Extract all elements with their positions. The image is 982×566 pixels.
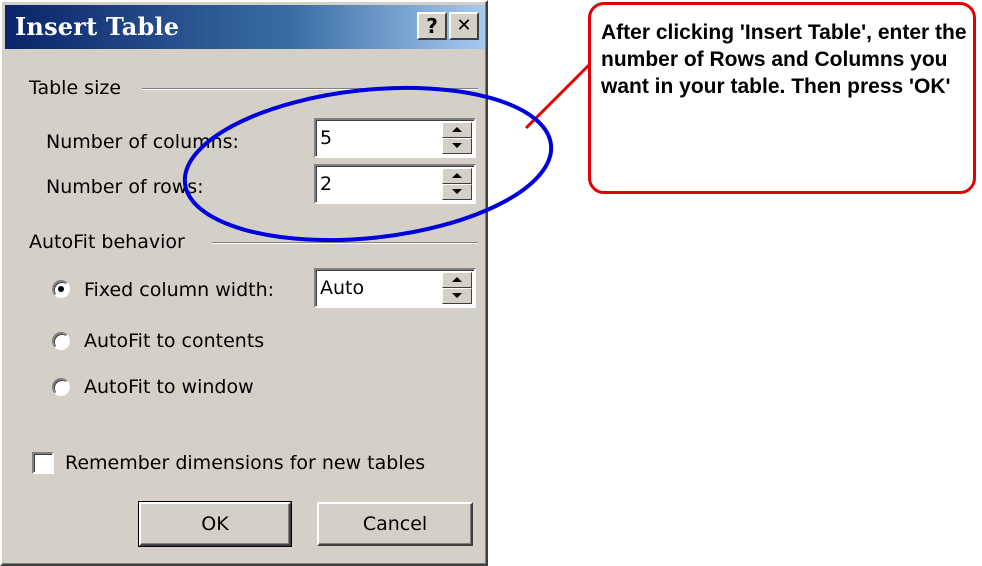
arrow-down-icon [452, 293, 462, 298]
arrow-up-icon [452, 173, 462, 178]
width-decrement-button[interactable] [442, 288, 472, 304]
help-button[interactable]: ? [417, 12, 447, 40]
fixed-width-radio[interactable] [52, 280, 70, 298]
insert-table-dialog: Insert Table ? ✕ Table size Number of co… [0, 0, 488, 566]
close-button[interactable]: ✕ [449, 12, 479, 40]
autofit-group-label: AutoFit behavior [29, 231, 185, 253]
autofit-window-label[interactable]: AutoFit to window [84, 375, 254, 399]
columns-spinner[interactable]: 5 [314, 118, 476, 158]
rows-value[interactable]: 2 [320, 172, 332, 196]
width-increment-button[interactable] [442, 272, 472, 288]
table-size-group-label: Table size [29, 77, 122, 99]
remember-dimensions-checkbox[interactable] [32, 452, 54, 474]
annotation-callout: After clicking 'Insert Table', enter the… [588, 2, 976, 194]
fixed-width-value[interactable]: Auto [320, 276, 364, 300]
rows-label: Number of rows: [46, 176, 204, 198]
title-bar[interactable]: Insert Table ? ✕ [5, 5, 485, 49]
dialog-title: Insert Table [15, 12, 180, 41]
callout-pointer-line [524, 62, 592, 130]
arrow-up-icon [452, 277, 462, 282]
arrow-up-icon [452, 127, 462, 132]
rows-increment-button[interactable] [442, 168, 472, 184]
rows-spinner[interactable]: 2 [314, 164, 476, 204]
table-size-divider [142, 88, 478, 90]
fixed-width-spinner[interactable]: Auto [314, 268, 476, 308]
autofit-divider [212, 242, 478, 244]
rows-decrement-button[interactable] [442, 184, 472, 200]
columns-increment-button[interactable] [442, 122, 472, 138]
radio-selected-dot [58, 286, 64, 292]
arrow-down-icon [452, 143, 462, 148]
remember-dimensions-label[interactable]: Remember dimensions for new tables [65, 451, 425, 475]
autofit-contents-label[interactable]: AutoFit to contents [84, 329, 264, 353]
arrow-down-icon [452, 189, 462, 194]
autofit-window-radio[interactable] [52, 378, 70, 396]
cancel-button[interactable]: Cancel [317, 502, 473, 546]
fixed-width-label[interactable]: Fixed column width: [84, 278, 274, 302]
columns-decrement-button[interactable] [442, 138, 472, 154]
ok-button[interactable]: OK [138, 501, 292, 547]
columns-value[interactable]: 5 [320, 126, 332, 150]
callout-text: After clicking 'Insert Table', enter the… [601, 21, 967, 98]
autofit-contents-radio[interactable] [52, 332, 70, 350]
columns-label: Number of columns: [46, 131, 239, 153]
